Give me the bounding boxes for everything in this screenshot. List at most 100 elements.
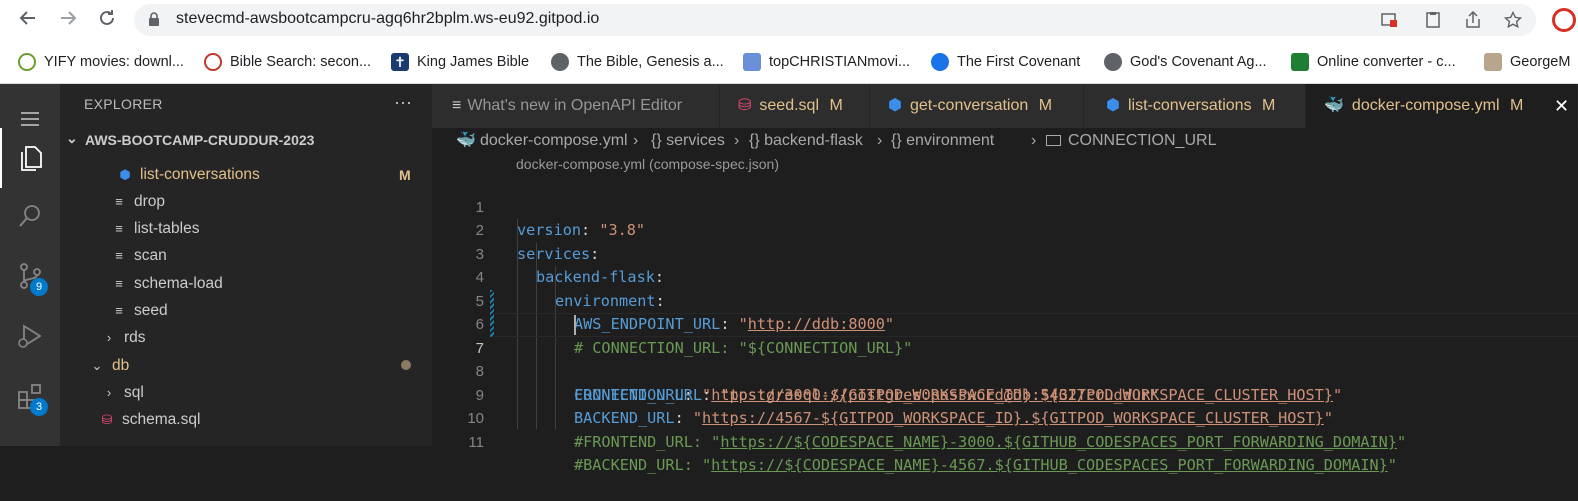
editor-tabs: ≡ What's new in OpenAPI Editor ⛁ seed.sql … [432, 84, 1578, 128]
breadcrumb-environment[interactable]: {} environment [891, 128, 994, 154]
url-text[interactable]: stevecmd-awsbootcampcru-agq6hr2bplm.ws-e… [176, 10, 599, 28]
tab-seed-sql[interactable]: ⛁ seed.sql M [720, 84, 870, 128]
chevron-down-icon: ⌄ [66, 130, 78, 146]
arrow-left-icon [19, 11, 35, 25]
tree-folder-sql[interactable]: › sql [102, 379, 144, 406]
tree-file-drop[interactable]: ≡ drop [112, 188, 165, 215]
browser-chrome: stevecmd-awsbootcampcru-agq6hr2bplm.ws-e… [0, 0, 1578, 84]
tab-get-conversation[interactable]: ⬢ get-conversation M [870, 84, 1084, 128]
arrow-right-icon [61, 11, 77, 25]
tab-openapi[interactable]: ≡ What's new in OpenAPI Editor [432, 84, 720, 128]
editor-area: ≡ What's new in OpenAPI Editor ⛁ seed.sql … [432, 84, 1578, 475]
project-root[interactable]: ⌄ AWS-BOOTCAMP-CRUDDUR-2023 [60, 128, 432, 154]
python-icon: ⬢ [1106, 97, 1120, 114]
tree-folder-rds[interactable]: › rds [102, 324, 146, 351]
modified-indicator: M [399, 167, 411, 183]
tree-file-seed[interactable]: ≡ seed [112, 297, 167, 324]
reload-icon [100, 10, 114, 25]
text-file-icon: ≡ [115, 247, 123, 263]
breadcrumb-connection-url[interactable]: CONNECTION_URL [1046, 128, 1216, 154]
avatar-icon [1484, 53, 1502, 72]
breadcrumb-backend-flask[interactable]: {} backend-flask [749, 128, 863, 154]
schema-hint: docker-compose.yml (compose-spec.json) [516, 156, 779, 172]
tree-file-list-conversations[interactable]: ⬢ list-conversations [118, 161, 259, 188]
tab-list-conversations[interactable]: ⬢ list-conversations M [1084, 84, 1306, 128]
text-file-icon: ≡ [452, 97, 462, 114]
more-actions-icon[interactable]: ··· [394, 92, 412, 113]
breadcrumb-services[interactable]: {} services [651, 128, 725, 154]
explorer-title: EXPLORER [84, 96, 163, 112]
chevron-right-icon: › [633, 132, 639, 149]
extensions-button[interactable]: 3 [0, 368, 60, 424]
bookmark-item[interactable]: Bible Search: secon... [204, 52, 371, 72]
tab-search-icon[interactable] [1380, 11, 1398, 29]
globe-cross-icon [204, 53, 222, 72]
text-file-icon: ≡ [115, 193, 123, 209]
chevron-right-icon: › [877, 132, 883, 149]
modified-dot [401, 360, 411, 370]
chevron-right-icon: › [106, 329, 112, 345]
code-line: 2 services: [475, 222, 600, 263]
docker-icon: 🐳 [456, 132, 476, 149]
bookmark-item[interactable]: The First Covenant [931, 52, 1080, 72]
bookmark-item[interactable]: YIFY movies: downl... [18, 52, 184, 72]
bookmark-star-icon[interactable] [1503, 10, 1523, 29]
globe-icon [1104, 53, 1122, 72]
forward-button[interactable] [56, 8, 80, 32]
code-line: 6 # CONNECTION_URL: "${CONNECTION_URL}" [475, 316, 913, 357]
film-icon [743, 53, 761, 72]
lock-icon [149, 12, 159, 26]
chevron-right-icon: › [1031, 132, 1037, 149]
tab-docker-compose[interactable]: 🐳 docker-compose.yml M ✕ [1306, 84, 1578, 128]
tree-file-schema-sql[interactable]: ⛁ schema.sql [100, 406, 201, 433]
back-button[interactable] [16, 8, 40, 32]
tree-file-schema-load[interactable]: ≡ schema-load [112, 270, 223, 297]
explorer-button[interactable] [0, 128, 60, 188]
code-line: 8 FRONTEND_URL: "https://3000-${GITPOD_W… [475, 363, 1343, 404]
code-line-current: 7 CONNECTION_URL: "postgresql://postgres… [432, 313, 1578, 404]
code-line: 3 backend-flask: [475, 245, 665, 287]
code-line: 10 #FRONTEND_URL: "https://${CODESPACE_N… [467, 410, 1407, 451]
chevron-down-icon: ⌄ [91, 357, 103, 373]
bookmark-item[interactable]: God's Covenant Ag... [1104, 52, 1267, 72]
files-icon [21, 146, 42, 171]
python-icon: ⬢ [888, 97, 902, 114]
text-file-icon: ≡ [115, 220, 123, 236]
scm-badge: 9 [30, 278, 48, 296]
address-bar[interactable]: stevecmd-awsbootcampcru-agq6hr2bplm.ws-e… [134, 4, 1536, 36]
breadcrumb: 🐳 docker-compose.yml › {} services › {} … [432, 128, 1578, 154]
reload-button[interactable] [95, 8, 119, 32]
bookmark-item[interactable]: topCHRISTIANmovi... [743, 52, 910, 72]
chevron-right-icon: › [734, 132, 740, 149]
bookmark-item[interactable]: The Bible, Genesis a... [551, 52, 724, 72]
profile-avatar[interactable] [1552, 8, 1576, 32]
browser-toolbar: stevecmd-awsbootcampcru-agq6hr2bplm.ws-e… [0, 0, 1578, 40]
source-control-button[interactable]: 9 [0, 248, 60, 304]
run-debug-button[interactable] [0, 308, 60, 364]
python-icon: ⬢ [119, 166, 131, 182]
yify-icon [18, 53, 36, 72]
tree-folder-db[interactable]: ⌄ db [90, 352, 130, 379]
globe-icon [551, 53, 569, 72]
cross-icon: ✝ [391, 53, 409, 72]
bookmark-item[interactable]: ✝ King James Bible [391, 52, 529, 72]
search-button[interactable] [0, 188, 60, 244]
share-icon[interactable] [1464, 10, 1482, 29]
reading-list-icon[interactable] [1424, 11, 1442, 29]
search-icon [19, 205, 40, 227]
converter-icon [1291, 53, 1309, 72]
tree-file-list-tables[interactable]: ≡ list-tables [112, 215, 199, 242]
code-line: 4 environment: [475, 269, 665, 310]
bookmark-item[interactable]: GeorgeM [1484, 52, 1570, 72]
bookmark-item[interactable]: Online converter - c... [1291, 52, 1456, 72]
text-cursor [574, 315, 576, 335]
close-icon[interactable]: ✕ [1554, 84, 1569, 128]
tree-file-scan[interactable]: ≡ scan [112, 242, 167, 269]
code-line: 11 #BACKEND_URL: "https://${CODESPACE_NA… [468, 433, 1397, 475]
chevron-right-icon: › [106, 384, 112, 400]
breadcrumb-file[interactable]: docker-compose.yml [480, 128, 628, 154]
text-file-icon: ≡ [115, 275, 123, 291]
code-line: 1 version: "3.8" [475, 198, 646, 240]
database-icon: ⛁ [101, 411, 113, 427]
docker-icon: 🐳 [1324, 97, 1344, 114]
